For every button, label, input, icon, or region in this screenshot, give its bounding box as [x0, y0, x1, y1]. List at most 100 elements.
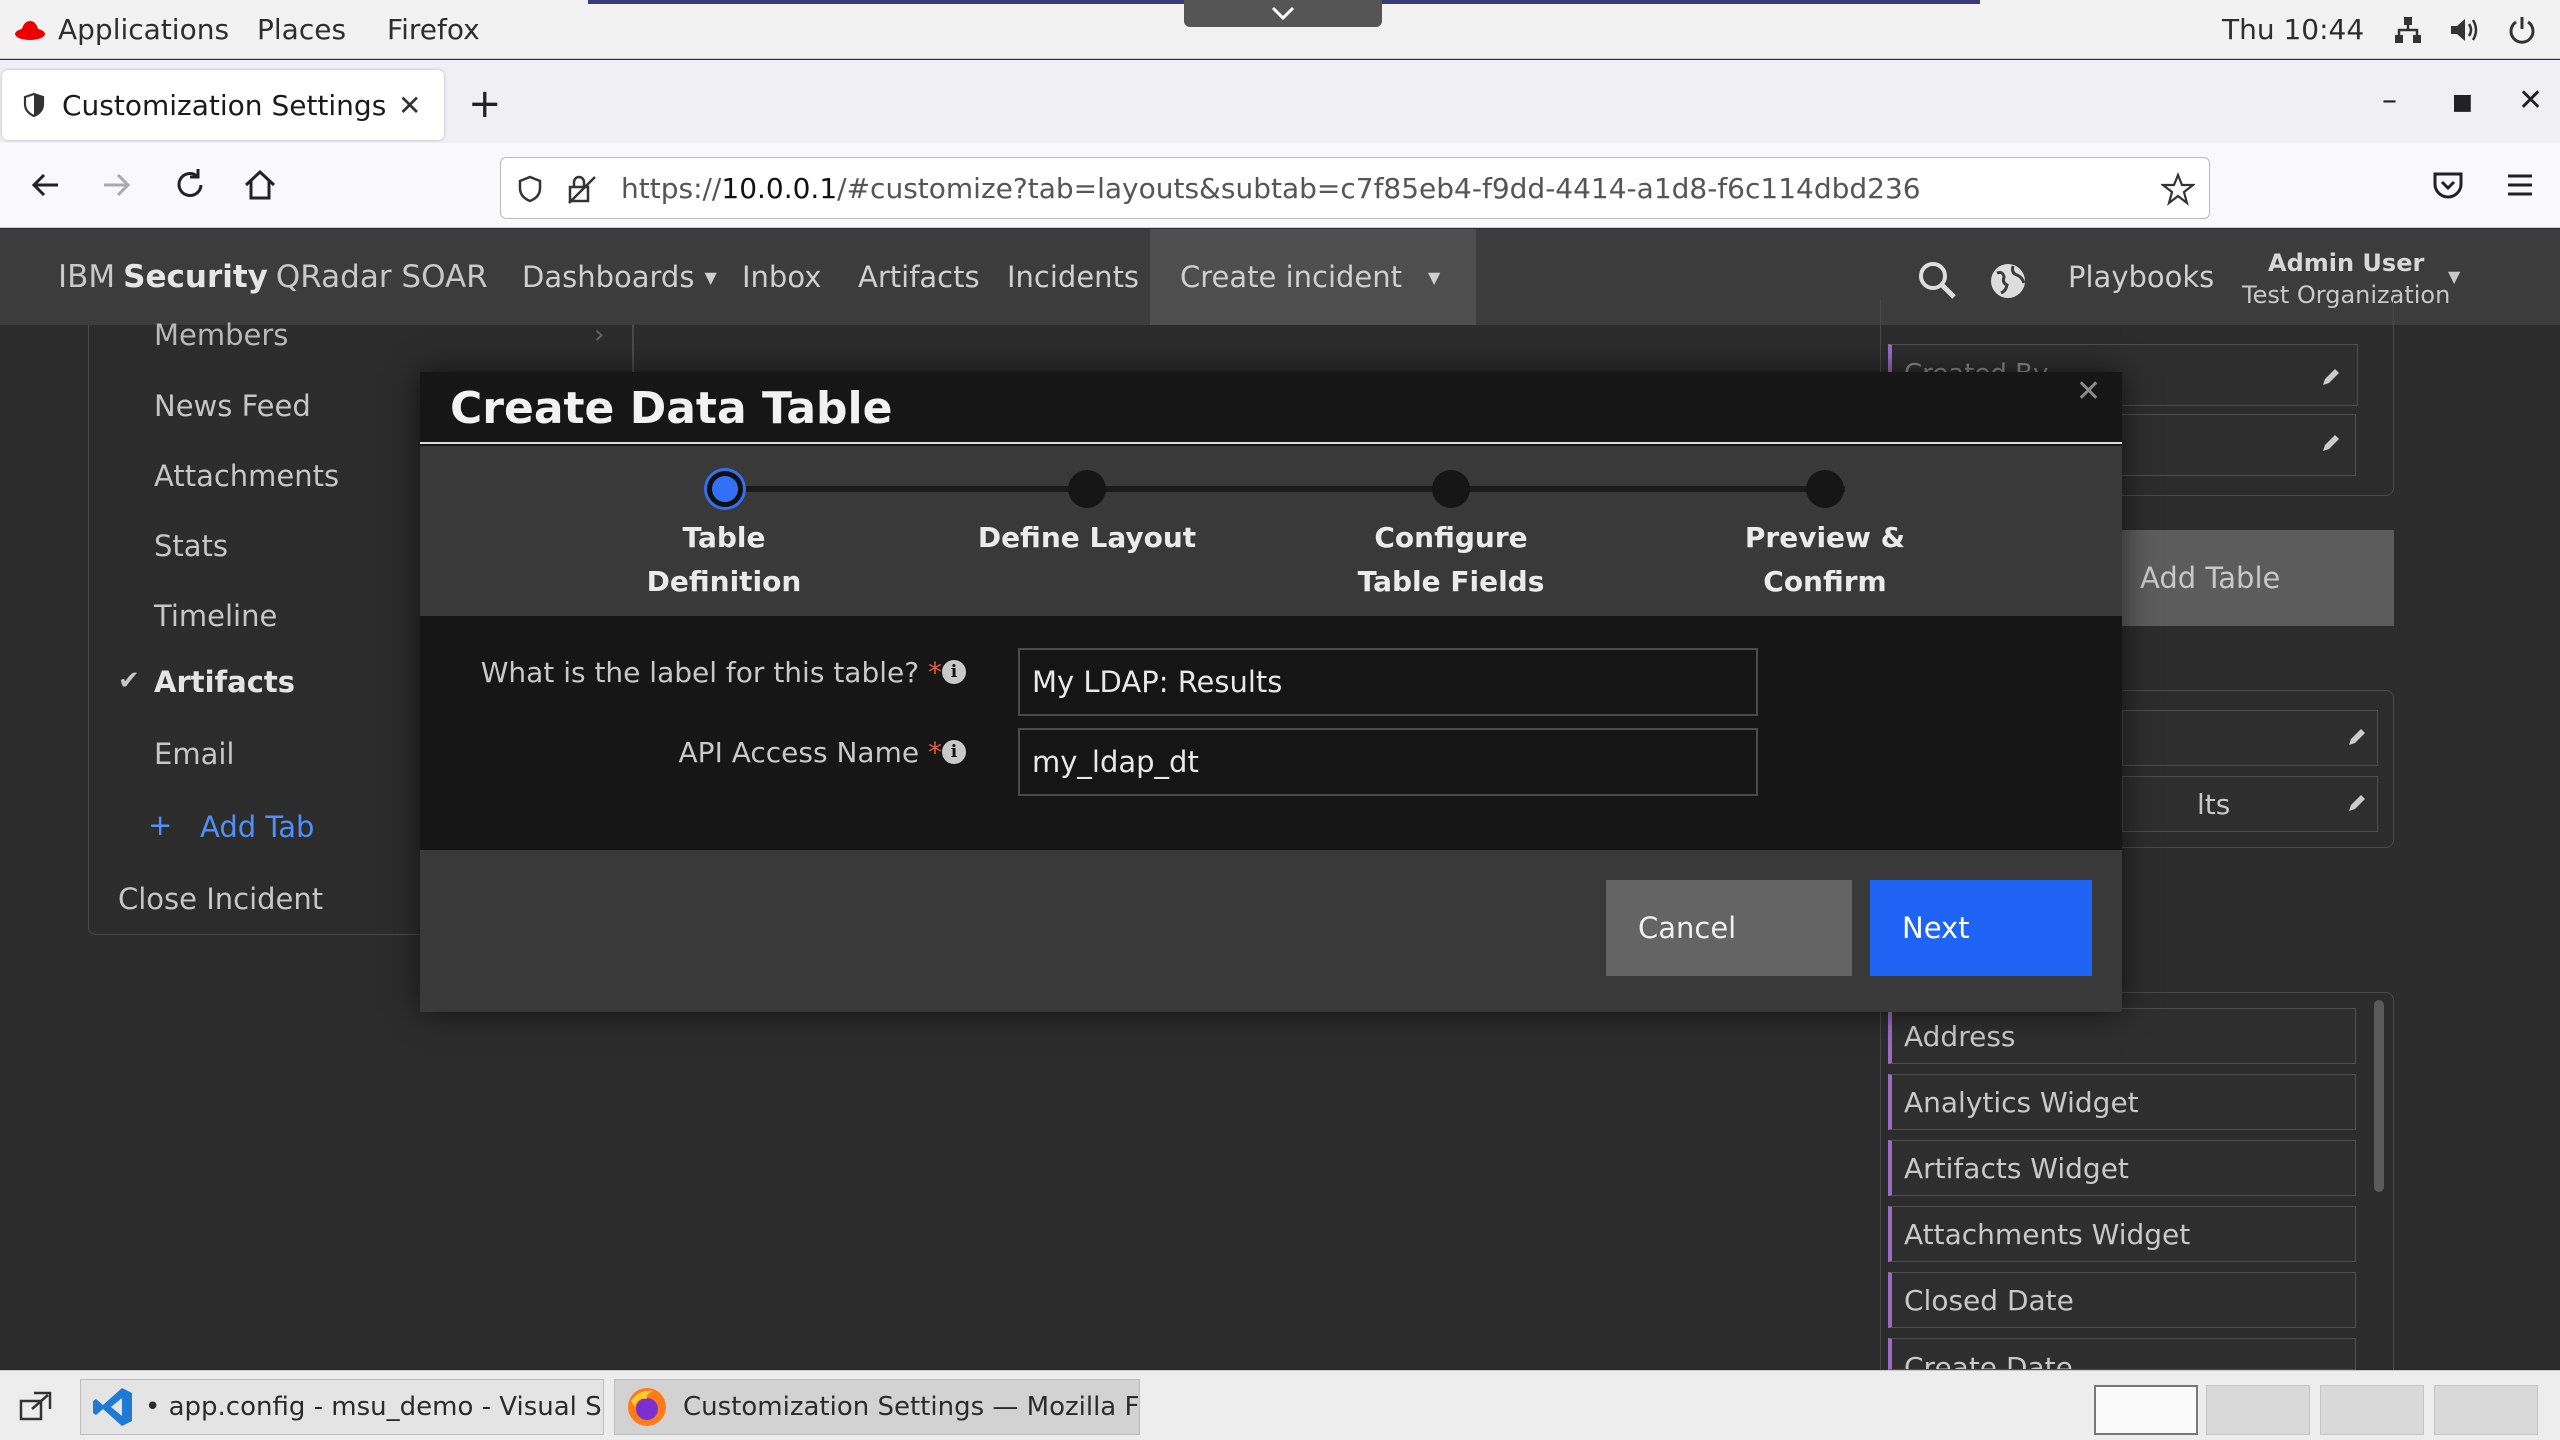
nav-incidents[interactable]: Incidents [1007, 229, 1139, 325]
maximize-window-button[interactable]: ■ [2452, 92, 2473, 114]
caret-down-icon[interactable]: ▼ [2448, 267, 2460, 286]
create-incident-label: Create incident [1180, 260, 1403, 294]
volume-icon[interactable] [2448, 14, 2480, 46]
url-scheme: https:// [621, 171, 722, 205]
taskbar-firefox[interactable]: Customization Settings — Mozilla Fi... [614, 1379, 1140, 1435]
table-label-question: What is the label for this table? [480, 656, 920, 689]
widget-create-date[interactable]: Create Date [1888, 1338, 2356, 1370]
step-1-indicator [707, 471, 743, 507]
caret-down-icon[interactable]: ▼ [1428, 229, 1440, 325]
info-icon[interactable]: i [942, 740, 966, 764]
pencil-icon[interactable] [2320, 366, 2342, 388]
chevron-right-icon: › [594, 320, 605, 350]
pocket-icon[interactable] [2428, 165, 2468, 205]
url-path: /#customize?tab=layouts&subtab=c7f85eb4-… [837, 171, 1921, 205]
globe-icon[interactable] [1988, 261, 2028, 301]
close-window-button[interactable]: ✕ [2518, 86, 2543, 116]
url-text[interactable]: https://10.0.0.1/#customize?tab=layouts&… [621, 158, 1921, 218]
firefox-menu[interactable]: Firefox [387, 0, 480, 59]
url-host: 10.0.0.1 [721, 171, 838, 205]
add-table-label: Add Table [2140, 561, 2281, 595]
widget-artifacts[interactable]: Artifacts Widget [1888, 1140, 2356, 1196]
close-incident-tab[interactable]: Close Incident [118, 882, 323, 916]
brand-logo[interactable]: IBM Security QRadar SOAR [58, 229, 488, 325]
workspace-2[interactable] [2206, 1385, 2310, 1435]
taskbar-firefox-label: Customization Settings — Mozilla Fi... [683, 1392, 1140, 1422]
brand-product: QRadar SOAR [275, 259, 488, 295]
forward-icon[interactable] [96, 165, 136, 205]
table-item-results[interactable]: lts [2122, 776, 2378, 832]
modal-body: What is the label for this table? * i My… [420, 616, 2122, 850]
browser-tab-strip: Customization Settings ✕ + – ■ ✕ [0, 60, 2560, 143]
step-3-label: Configure Table Fields [1321, 516, 1581, 604]
nav-inbox[interactable]: Inbox [742, 229, 821, 325]
close-icon[interactable]: ✕ [2076, 374, 2101, 409]
steps-connector [725, 486, 1845, 492]
bookmark-star-icon[interactable] [2161, 172, 2195, 206]
workspace-1[interactable] [2094, 1385, 2198, 1435]
tab-item-email[interactable]: Email [154, 737, 234, 771]
widget-closed-date[interactable]: Closed Date [1888, 1272, 2356, 1328]
url-bar[interactable]: https://10.0.0.1/#customize?tab=layouts&… [500, 157, 2210, 219]
nav-dashboards[interactable]: Dashboards ▼ [522, 229, 717, 325]
tracking-shield-icon[interactable] [515, 174, 545, 204]
close-tab-icon[interactable]: ✕ [398, 89, 421, 122]
power-icon[interactable] [2506, 14, 2538, 46]
tab-item-artifacts[interactable]: Artifacts [154, 665, 295, 699]
step-3-indicator [1432, 470, 1470, 508]
minimize-window-button[interactable]: – [2382, 86, 2397, 116]
taskbar-vscode[interactable]: • app.config - msu_demo - Visual S... [80, 1379, 604, 1435]
workspace-4[interactable] [2434, 1385, 2538, 1435]
check-icon: ✔ [118, 666, 140, 696]
hamburger-menu-icon[interactable] [2500, 165, 2540, 205]
widget-address[interactable]: Address [1888, 1008, 2356, 1064]
step-2-indicator [1068, 470, 1106, 508]
create-data-table-modal: Create Data Table ✕ Table Definition Def… [420, 372, 2122, 1012]
widget-analytics[interactable]: Analytics Widget [1888, 1074, 2356, 1130]
create-incident-button[interactable]: Create incident ▼ [1150, 229, 1476, 325]
browser-tab-active[interactable]: Customization Settings ✕ [2, 70, 444, 140]
back-icon[interactable] [26, 165, 66, 205]
step-1-label: Table Definition [594, 516, 854, 604]
places-menu[interactable]: Places [257, 0, 346, 59]
workspace-3[interactable] [2320, 1385, 2424, 1435]
clock[interactable]: Thu 10:44 [2222, 0, 2364, 59]
tab-item-attachments[interactable]: Attachments [154, 459, 339, 493]
show-desktop-icon[interactable] [18, 1389, 54, 1423]
tab-item-stats[interactable]: Stats [154, 529, 228, 563]
new-tab-button[interactable]: + [468, 84, 502, 124]
insecure-lock-icon[interactable] [565, 172, 599, 206]
nav-dashboards-label: Dashboards [522, 260, 695, 294]
vscode-icon [93, 1388, 132, 1426]
widgets-scrollbar[interactable] [2374, 1000, 2384, 1192]
tab-item-news-feed[interactable]: News Feed [154, 389, 311, 423]
add-table-button[interactable]: Add Table [2120, 530, 2394, 626]
firefox-icon [628, 1388, 666, 1426]
home-icon[interactable] [240, 165, 280, 205]
widget-attachments[interactable]: Attachments Widget [1888, 1206, 2356, 1262]
pencil-icon[interactable] [2346, 726, 2368, 748]
search-icon[interactable] [1916, 259, 1958, 301]
modal-header: Create Data Table ✕ [420, 372, 2122, 444]
pencil-icon[interactable] [2320, 432, 2342, 454]
step-2-label: Define Layout [957, 516, 1217, 560]
add-tab-link[interactable]: Add Tab [200, 810, 314, 844]
next-button[interactable]: Next [1870, 880, 2092, 976]
taskbar: • app.config - msu_demo - Visual S... Cu… [0, 1370, 2560, 1440]
step-1-line2: Definition [646, 565, 802, 598]
tab-item-timeline[interactable]: Timeline [154, 599, 277, 633]
network-icon[interactable] [2392, 14, 2424, 46]
nav-artifacts[interactable]: Artifacts [858, 229, 980, 325]
reload-icon[interactable] [170, 165, 210, 205]
screen-handle[interactable] [1184, 0, 1382, 27]
api-access-name-input[interactable]: my_ldap_dt [1018, 728, 1758, 796]
info-icon[interactable]: i [942, 660, 966, 684]
pencil-icon[interactable] [2346, 792, 2368, 814]
shield-favicon-icon [23, 92, 45, 118]
table-label-input[interactable]: My LDAP: Results [1018, 648, 1758, 716]
table-item[interactable] [2122, 710, 2378, 766]
applications-menu[interactable]: Applications [58, 0, 229, 59]
cancel-button[interactable]: Cancel [1606, 880, 1852, 976]
tab-item-members[interactable]: Members [154, 318, 288, 352]
required-marker: * [928, 656, 942, 689]
